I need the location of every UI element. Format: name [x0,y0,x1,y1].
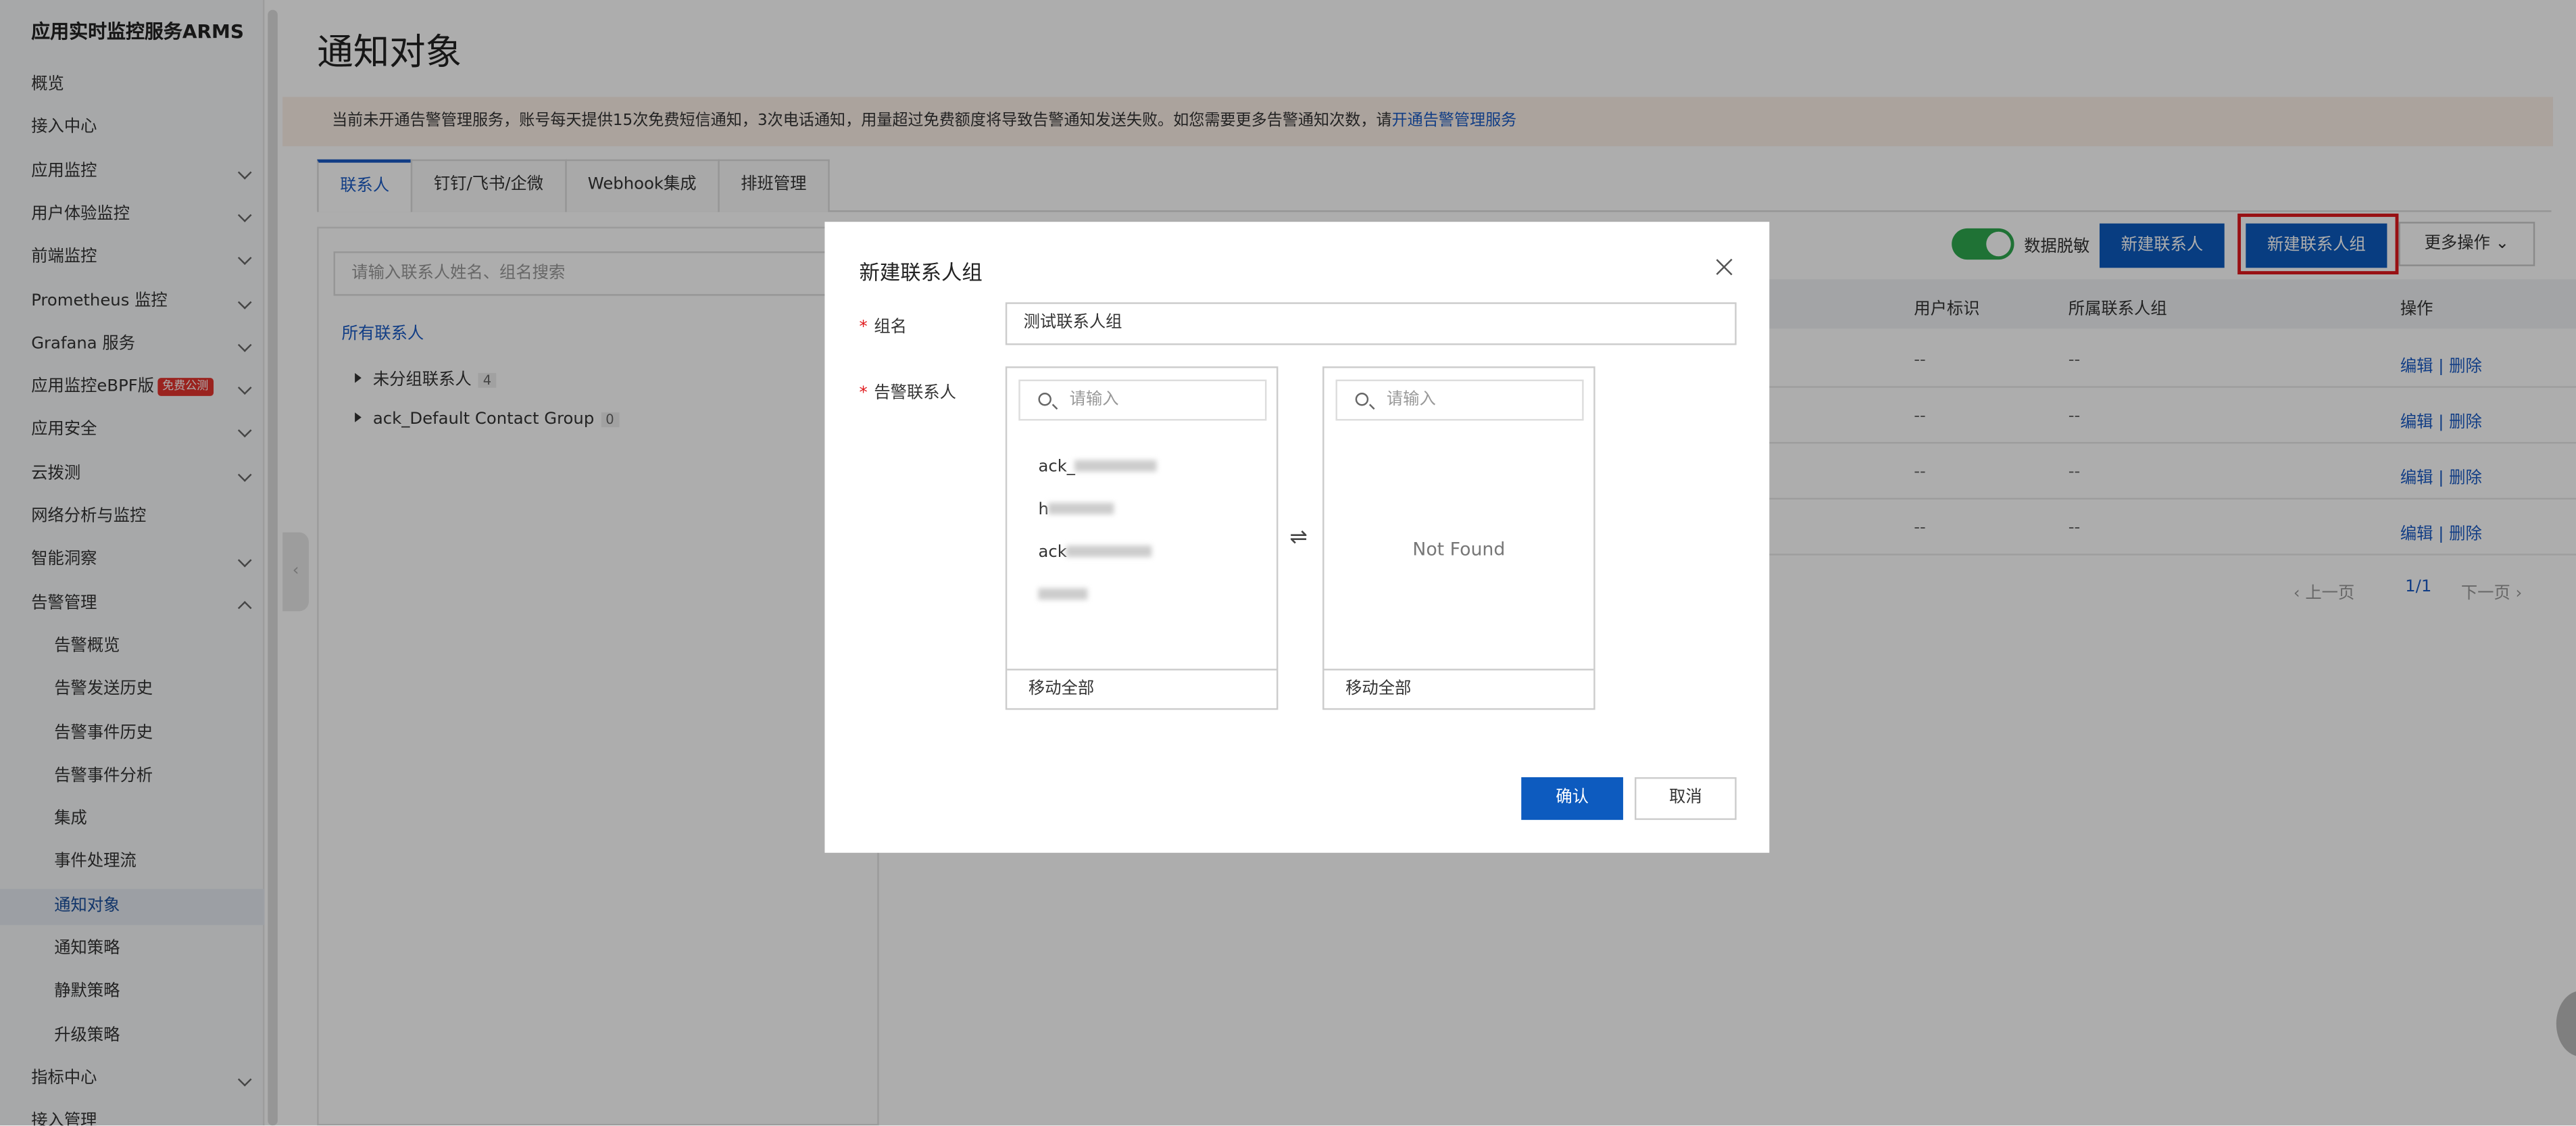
cancel-button[interactable]: 取消 [1634,777,1737,821]
transfer-swap-icon[interactable]: ⇌ [1289,526,1308,550]
alert-contacts-label: * 告警联系人 [859,384,956,403]
transfer-source-panel: 请输入 ack_ h ack 移动全部 [1005,366,1279,710]
source-item[interactable]: ack_ [1038,458,1158,476]
empty-state: Not Found [1412,539,1506,561]
transfer-target-panel: 请输入 Not Found 移动全部 [1322,366,1595,710]
app-root: 应用实时监控服务ARMS 概览 接入中心 应用监控 用户体验监控 前端监控 Prometh… [0,0,2576,1126]
new-group-dialog: 新建联系人组 * 组名 测试联系人组 * 告警联系人 请输入 ack_ h ack … [824,222,1770,853]
search-icon [1038,393,1051,406]
target-move-all-button[interactable]: 移动全部 [1324,668,1594,708]
source-move-all-button[interactable]: 移动全部 [1007,668,1277,708]
source-item[interactable] [1038,587,1088,605]
source-item[interactable]: h [1038,501,1115,519]
source-item[interactable]: ack [1038,544,1153,562]
target-search-input[interactable]: 请输入 [1335,379,1584,421]
close-icon[interactable] [1712,255,1738,281]
group-name-input[interactable]: 测试联系人组 [1005,302,1737,345]
group-name-label: * 组名 [859,318,907,337]
confirm-button[interactable]: 确认 [1521,777,1623,821]
source-search-input[interactable]: 请输入 [1018,379,1267,421]
dialog-title: 新建联系人组 [859,260,983,285]
search-icon [1355,393,1369,406]
